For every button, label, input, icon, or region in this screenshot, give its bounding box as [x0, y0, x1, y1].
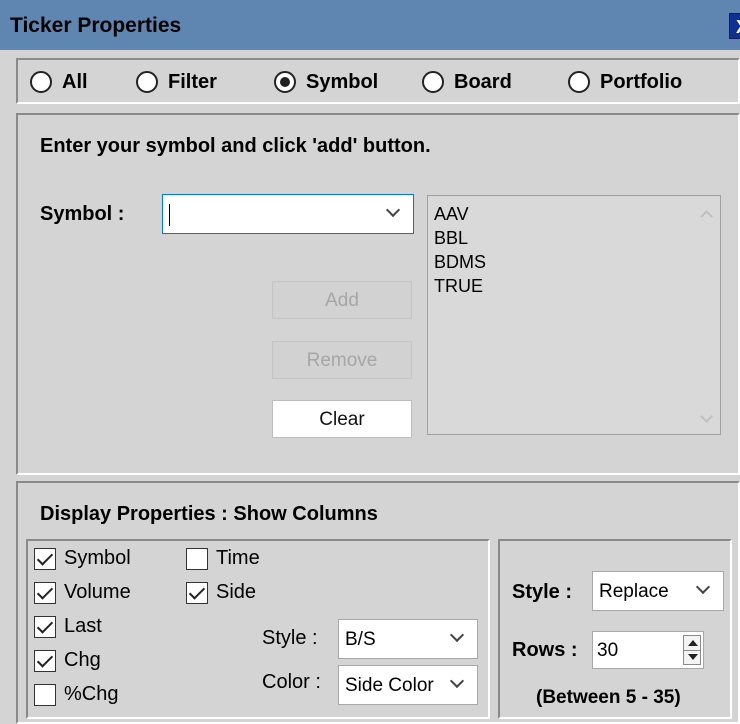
symbol-list[interactable]: AAV BBL BDMS TRUE [427, 195, 721, 435]
source-radio-group: All Filter Symbol Board Portfolio [16, 58, 740, 104]
display-properties-title: Display Properties : Show Columns [40, 503, 378, 525]
spin-divider [683, 650, 701, 651]
list-item[interactable]: BBL [434, 226, 486, 250]
symbol-label: Symbol : [40, 203, 125, 225]
checkbox-side-label: Side [216, 581, 257, 603]
check-icon [34, 649, 56, 672]
chevron-down-icon [449, 676, 465, 692]
symbol-instruction: Enter your symbol and click 'add' button… [40, 135, 431, 157]
rows-stepper[interactable]: 30 [592, 631, 704, 669]
remove-button[interactable]: Remove [272, 341, 412, 379]
checkbox-volume[interactable]: Volume [34, 581, 131, 604]
checkbox-last[interactable]: Last [34, 615, 102, 638]
radio-all-label: All [62, 70, 88, 93]
display-properties-panel: Display Properties : Show Columns Symbol… [16, 481, 740, 724]
radio-portfolio-indicator [568, 71, 590, 93]
dialog-title: Ticker Properties [10, 14, 182, 37]
style-value: Replace [599, 581, 669, 602]
side-color-value: Side Color [345, 675, 434, 696]
close-button[interactable]: X [729, 13, 740, 39]
side-color-select[interactable]: Side Color [338, 665, 478, 705]
side-style-label: Style : [262, 627, 318, 649]
checkbox-pct-chg-label: %Chg [64, 683, 119, 705]
rows-label: Rows : [512, 639, 578, 661]
radio-symbol-label: Symbol [306, 70, 379, 93]
checkbox-volume-label: Volume [64, 581, 131, 603]
style-select[interactable]: Replace [592, 571, 724, 611]
check-icon [34, 615, 56, 638]
chevron-down-icon[interactable] [385, 205, 401, 221]
title-bar[interactable]: Ticker Properties X [0, 0, 740, 50]
rows-value: 30 [597, 640, 619, 661]
radio-portfolio-label: Portfolio [600, 70, 683, 93]
symbol-list-items: AAV BBL BDMS TRUE [434, 202, 486, 298]
text-caret [169, 204, 170, 226]
checkbox-pct-chg[interactable]: %Chg [34, 683, 118, 706]
list-item[interactable]: AAV [434, 202, 486, 226]
chevron-down-icon [449, 630, 465, 646]
radio-filter[interactable]: Filter [136, 69, 217, 95]
symbol-panel: Enter your symbol and click 'add' button… [16, 113, 740, 475]
checkbox-symbol[interactable]: Symbol [34, 547, 131, 570]
check-icon [34, 581, 56, 604]
check-icon [186, 581, 208, 604]
radio-filter-indicator [136, 71, 158, 93]
rows-range-hint: (Between 5 - 35) [536, 687, 681, 708]
checkbox-chg[interactable]: Chg [34, 649, 101, 672]
side-color-label: Color : [262, 671, 321, 693]
add-button[interactable]: Add [272, 281, 412, 319]
checkbox-time-label: Time [216, 547, 260, 569]
checkbox-chg-label: Chg [64, 649, 101, 671]
checkbox-empty-icon [34, 683, 56, 706]
side-style-select[interactable]: B/S [338, 619, 478, 659]
chevron-down-icon [695, 582, 711, 598]
style-label: Style : [512, 581, 573, 603]
radio-board-indicator [422, 71, 444, 93]
checkbox-empty-icon [186, 547, 208, 570]
ticker-properties-dialog: Ticker Properties X All Filter Symbol Bo… [0, 0, 740, 724]
radio-symbol[interactable]: Symbol [274, 69, 378, 95]
radio-board[interactable]: Board [422, 69, 512, 95]
style-group: Style : Replace Rows : 30 (Between 5 - 3… [498, 539, 732, 719]
checkbox-symbol-label: Symbol [64, 547, 131, 569]
checkbox-last-label: Last [64, 615, 102, 637]
symbol-input[interactable] [162, 194, 414, 234]
checkbox-side[interactable]: Side [186, 581, 256, 604]
radio-all[interactable]: All [30, 69, 88, 95]
clear-button[interactable]: Clear [272, 400, 412, 438]
show-columns-group: Symbol Volume Last Chg %Chg Time Side St… [26, 539, 490, 719]
radio-filter-label: Filter [168, 70, 217, 93]
scroll-down-icon[interactable] [700, 412, 712, 424]
list-item[interactable]: TRUE [434, 274, 486, 298]
scroll-up-icon[interactable] [700, 208, 712, 220]
check-icon [34, 547, 56, 570]
radio-symbol-indicator [274, 71, 296, 93]
side-style-value: B/S [345, 629, 376, 650]
radio-all-indicator [30, 71, 52, 93]
checkbox-time[interactable]: Time [186, 547, 260, 570]
radio-portfolio[interactable]: Portfolio [568, 69, 682, 95]
list-item[interactable]: BDMS [434, 250, 486, 274]
radio-board-label: Board [454, 70, 512, 93]
